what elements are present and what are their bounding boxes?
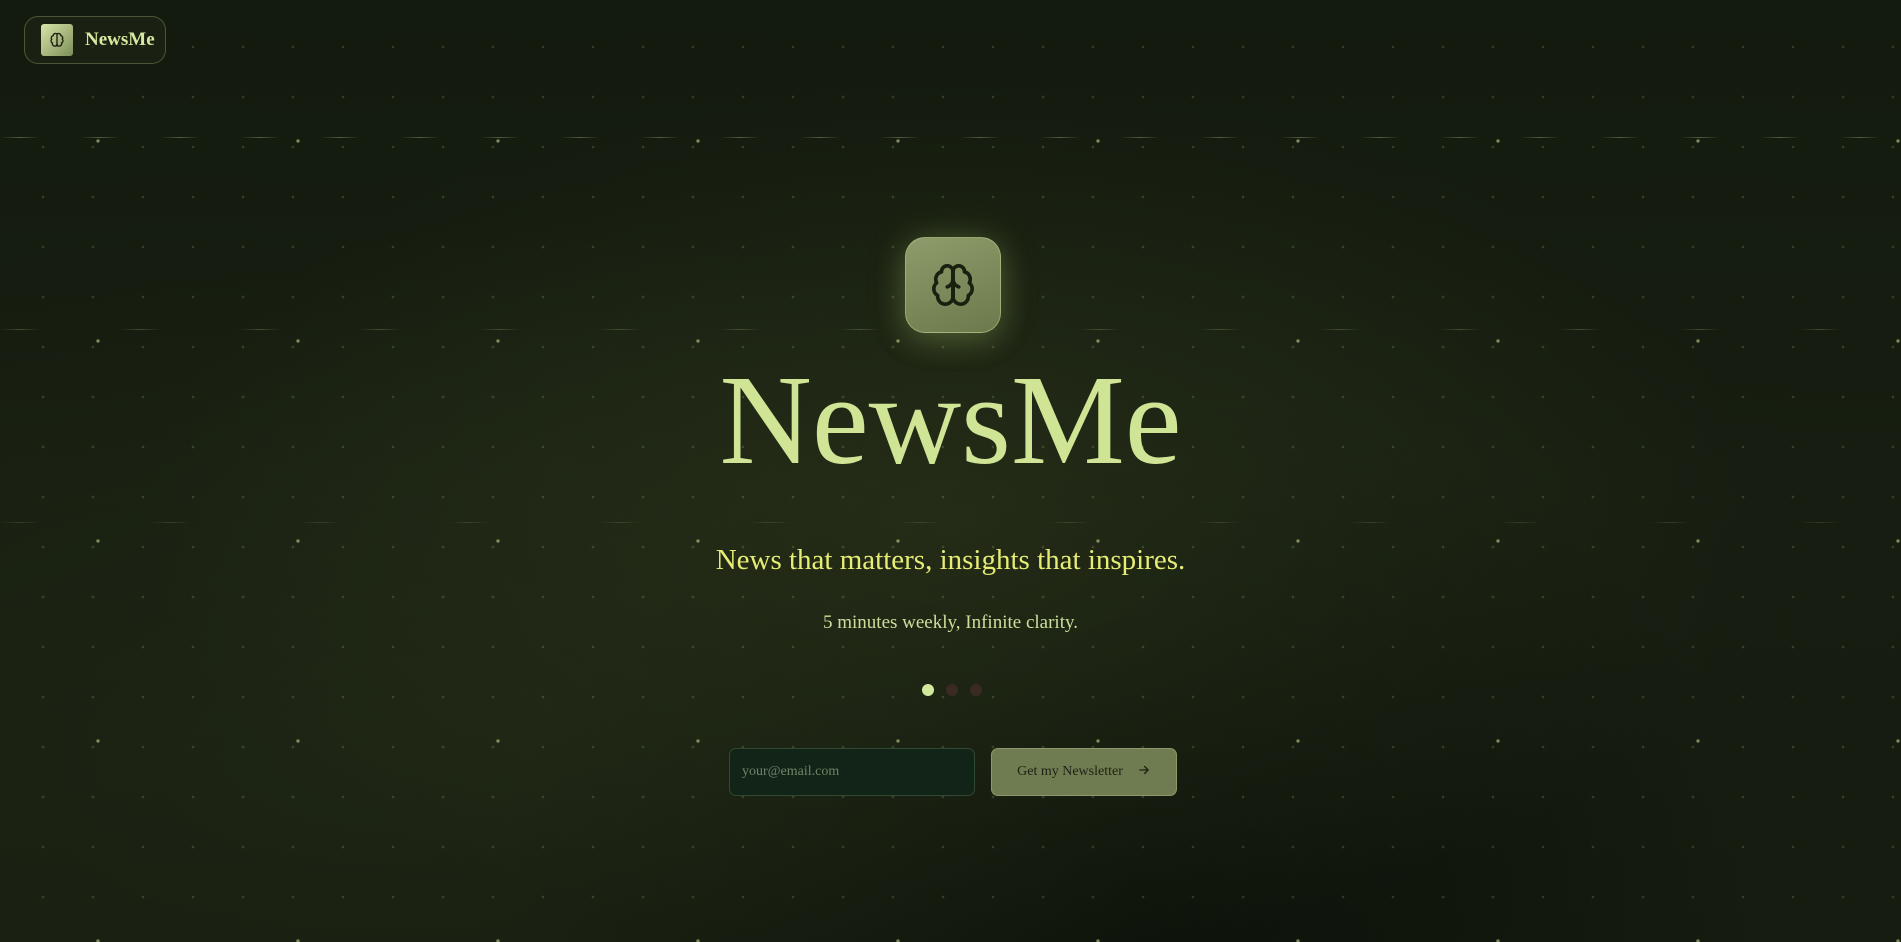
- hero-title: NewsMe: [719, 349, 1182, 491]
- newsletter-signup-form: Get my Newsletter: [729, 748, 1177, 796]
- brain-icon: [41, 24, 73, 56]
- hero-tagline: News that matters, insights that inspire…: [715, 544, 1186, 576]
- carousel-dot-1[interactable]: [922, 684, 934, 696]
- brand-badge[interactable]: NewsMe: [24, 16, 166, 64]
- landing-page: NewsMe NewsMe News that matters, insight…: [0, 0, 1901, 942]
- brand-name: NewsMe: [85, 29, 155, 50]
- carousel-dot-3[interactable]: [970, 684, 982, 696]
- background-line: [0, 522, 1901, 523]
- hero-subtagline: 5 minutes weekly, Infinite clarity.: [822, 612, 1078, 633]
- carousel-indicators: [922, 684, 982, 696]
- get-newsletter-button-label: Get my Newsletter: [1017, 764, 1123, 779]
- email-input[interactable]: [729, 748, 975, 796]
- background-line: [0, 137, 1901, 138]
- carousel-dot-2[interactable]: [946, 684, 958, 696]
- get-newsletter-button[interactable]: Get my Newsletter: [991, 748, 1177, 796]
- arrow-right-icon: [1137, 763, 1151, 782]
- brain-icon: [905, 237, 1001, 333]
